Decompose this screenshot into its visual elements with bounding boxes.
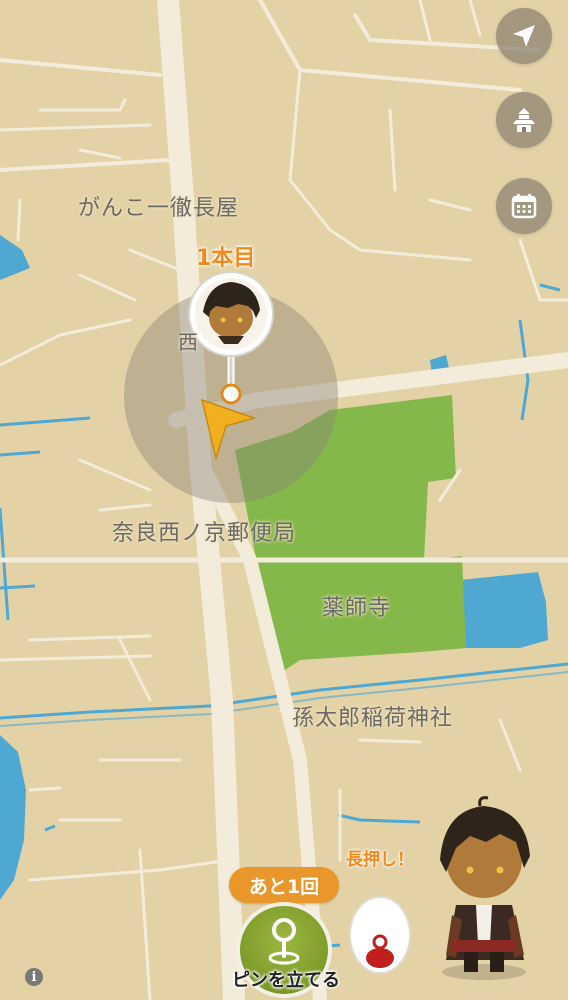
pin-base [220,383,242,405]
calendar-button[interactable] [496,178,552,234]
map-label-partial: 西 [178,330,199,354]
map-label-post-office: 奈良西ノ京郵便局 [112,521,297,546]
place-pin-label: ピンを立てる [232,970,340,991]
remaining-count-badge: あと1回 [229,867,339,903]
map-canvas[interactable] [0,0,568,1000]
castle-icon [513,108,535,132]
map-label-yakushiji: 薬師寺 [322,596,392,621]
map-label-magotaro: 孫太郎稲荷神社 [292,706,454,731]
map-label-gankoichi: がんこ一徹長屋 [78,196,240,221]
info-icon[interactable]: i [25,968,43,986]
calendar-icon [511,194,537,219]
castle-button[interactable] [496,92,552,148]
current-location-button[interactable] [496,8,552,64]
item-egg-button [349,896,411,974]
long-press-hint: 長押し！ [346,850,414,870]
location-arrow-icon [513,25,535,47]
pin-count-label: 1本目 [196,246,256,271]
pin-head-avatar [188,271,274,357]
